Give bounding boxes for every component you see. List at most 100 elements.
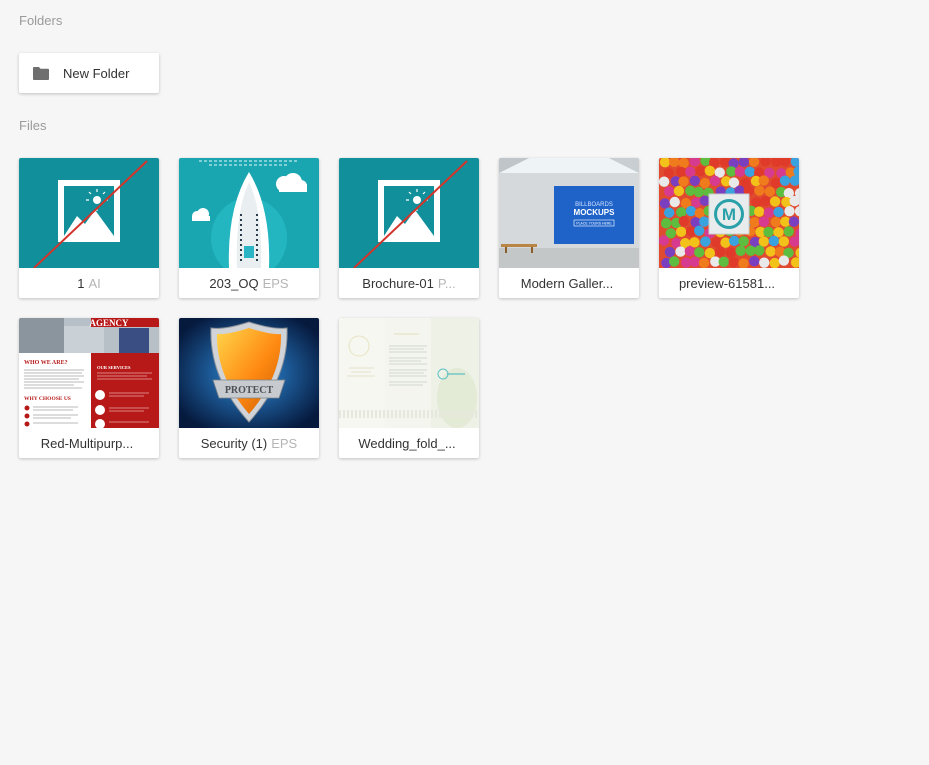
candy-dot	[783, 226, 794, 237]
candy-dot	[784, 205, 795, 217]
candy-dot	[699, 216, 710, 227]
candy-dot	[709, 175, 721, 187]
candy-dot	[659, 176, 670, 187]
candy-dot	[663, 207, 675, 218]
candy-dot	[768, 235, 780, 247]
candy-dot	[660, 218, 672, 229]
file-extension: EPS	[271, 435, 298, 451]
candy-dot	[778, 255, 790, 266]
folder-name: New Folder	[63, 65, 130, 81]
candy-dot	[758, 175, 769, 186]
file-name: Wedding_fold_...	[358, 435, 456, 451]
ship-thumbnail	[179, 158, 319, 268]
candy-dot	[753, 206, 765, 217]
candy-dot	[720, 237, 731, 248]
agency-who: WHO WE ARE?	[24, 360, 68, 366]
candy-dot	[773, 206, 784, 218]
candy-dot	[758, 236, 769, 247]
file-extension: AI	[88, 275, 101, 291]
candy-dot	[695, 165, 706, 177]
broken-image-thumbnail	[19, 158, 159, 268]
candy-dot	[659, 235, 670, 246]
candy-dot	[675, 246, 686, 257]
file-card[interactable]: 203_OQ EPS	[179, 158, 319, 298]
file-name: Security (1)	[200, 435, 268, 451]
candy-dot	[718, 256, 729, 268]
candy-dot	[698, 257, 710, 268]
candy-dot	[694, 225, 705, 236]
agency-services: OUR SERVICES	[97, 365, 131, 370]
candy-dot	[769, 257, 780, 268]
candy-thumbnail: M	[659, 158, 799, 268]
files-section-label: Files	[19, 118, 47, 133]
candy-dot	[760, 195, 771, 207]
folder-card-new-folder[interactable]: New Folder	[19, 53, 159, 93]
candy-dot	[678, 176, 689, 187]
candy-dot	[711, 237, 722, 248]
gallery-text-3: PLACE YOURS HERE	[576, 222, 612, 226]
file-name: Brochure-01	[362, 275, 434, 291]
candy-dot	[728, 256, 739, 268]
candy-dot	[754, 245, 765, 256]
candy-dot	[689, 256, 700, 267]
candy-dot	[764, 186, 776, 197]
gallery-text-2: MOCKUPS	[574, 208, 616, 217]
candy-dot	[675, 226, 687, 238]
candy-dot	[673, 185, 685, 197]
folders-section-label: Folders	[19, 13, 63, 28]
agency-thumbnail: AGENCY WHO WE ARE? WHY CHOOSE US OUR SER…	[19, 318, 159, 428]
candy-dot	[779, 175, 791, 186]
agency-why: WHY CHOOSE US	[24, 396, 71, 402]
candy-dot	[689, 237, 700, 248]
candy-dot	[675, 166, 687, 178]
candy-dot	[763, 207, 775, 218]
candy-dot	[770, 177, 782, 189]
file-extension: EPS	[262, 275, 289, 291]
broken-image-thumbnail	[339, 158, 479, 268]
candy-dot	[693, 186, 705, 198]
candy-dot	[700, 236, 711, 247]
candy-dot	[663, 186, 675, 197]
candy-dot	[685, 166, 696, 177]
file-name: 203_OQ	[209, 275, 259, 291]
candy-dot	[769, 196, 781, 207]
file-name: Modern Galler...	[520, 275, 614, 291]
candy-dot	[744, 166, 756, 178]
candy-dot	[765, 246, 776, 257]
file-name: Red-Multipurp...	[40, 435, 134, 451]
file-card[interactable]: M preview-61581...	[659, 158, 799, 298]
candy-dot	[754, 185, 765, 196]
candy-dot	[763, 226, 774, 238]
file-name: preview-61581...	[678, 275, 776, 291]
agency-title: AGENCY	[89, 318, 129, 328]
file-name: 1	[77, 275, 85, 291]
candy-dot	[738, 236, 749, 247]
candy-dot	[684, 246, 696, 257]
candy-dot	[758, 216, 770, 227]
gallery-thumbnail: BILLBOARDS MOCKUPS PLACE YOURS HERE	[499, 158, 639, 268]
file-card[interactable]: Wedding_fold_...	[339, 318, 479, 458]
candy-dot	[770, 216, 781, 228]
file-card[interactable]: AGENCY WHO WE ARE? WHY CHOOSE US OUR SER…	[19, 318, 159, 458]
candy-dot	[704, 165, 716, 176]
wedding-thumbnail	[339, 318, 479, 428]
candy-dot	[749, 256, 760, 267]
file-card[interactable]: PROTECT Security (1) EPS	[179, 318, 319, 458]
candy-dot	[729, 235, 740, 247]
candy-dot	[668, 256, 680, 267]
candy-dot	[659, 198, 671, 209]
candy-dot	[678, 215, 689, 227]
file-card[interactable]: Brochure-01 P...	[339, 158, 479, 298]
candy-dot	[699, 195, 711, 206]
candy-dot	[759, 257, 770, 268]
candy-dot	[725, 247, 737, 258]
candy-dot	[788, 216, 799, 227]
candy-dot	[734, 166, 746, 178]
candy-dot	[678, 158, 689, 169]
file-card[interactable]: 1 AI	[19, 158, 159, 298]
candy-dot	[714, 246, 726, 257]
candy-dot	[669, 196, 680, 208]
candy-logo-letter: M	[722, 205, 736, 224]
file-extension: P...	[437, 275, 456, 291]
file-card[interactable]: BILLBOARDS MOCKUPS PLACE YOURS HERE Mode…	[499, 158, 639, 298]
